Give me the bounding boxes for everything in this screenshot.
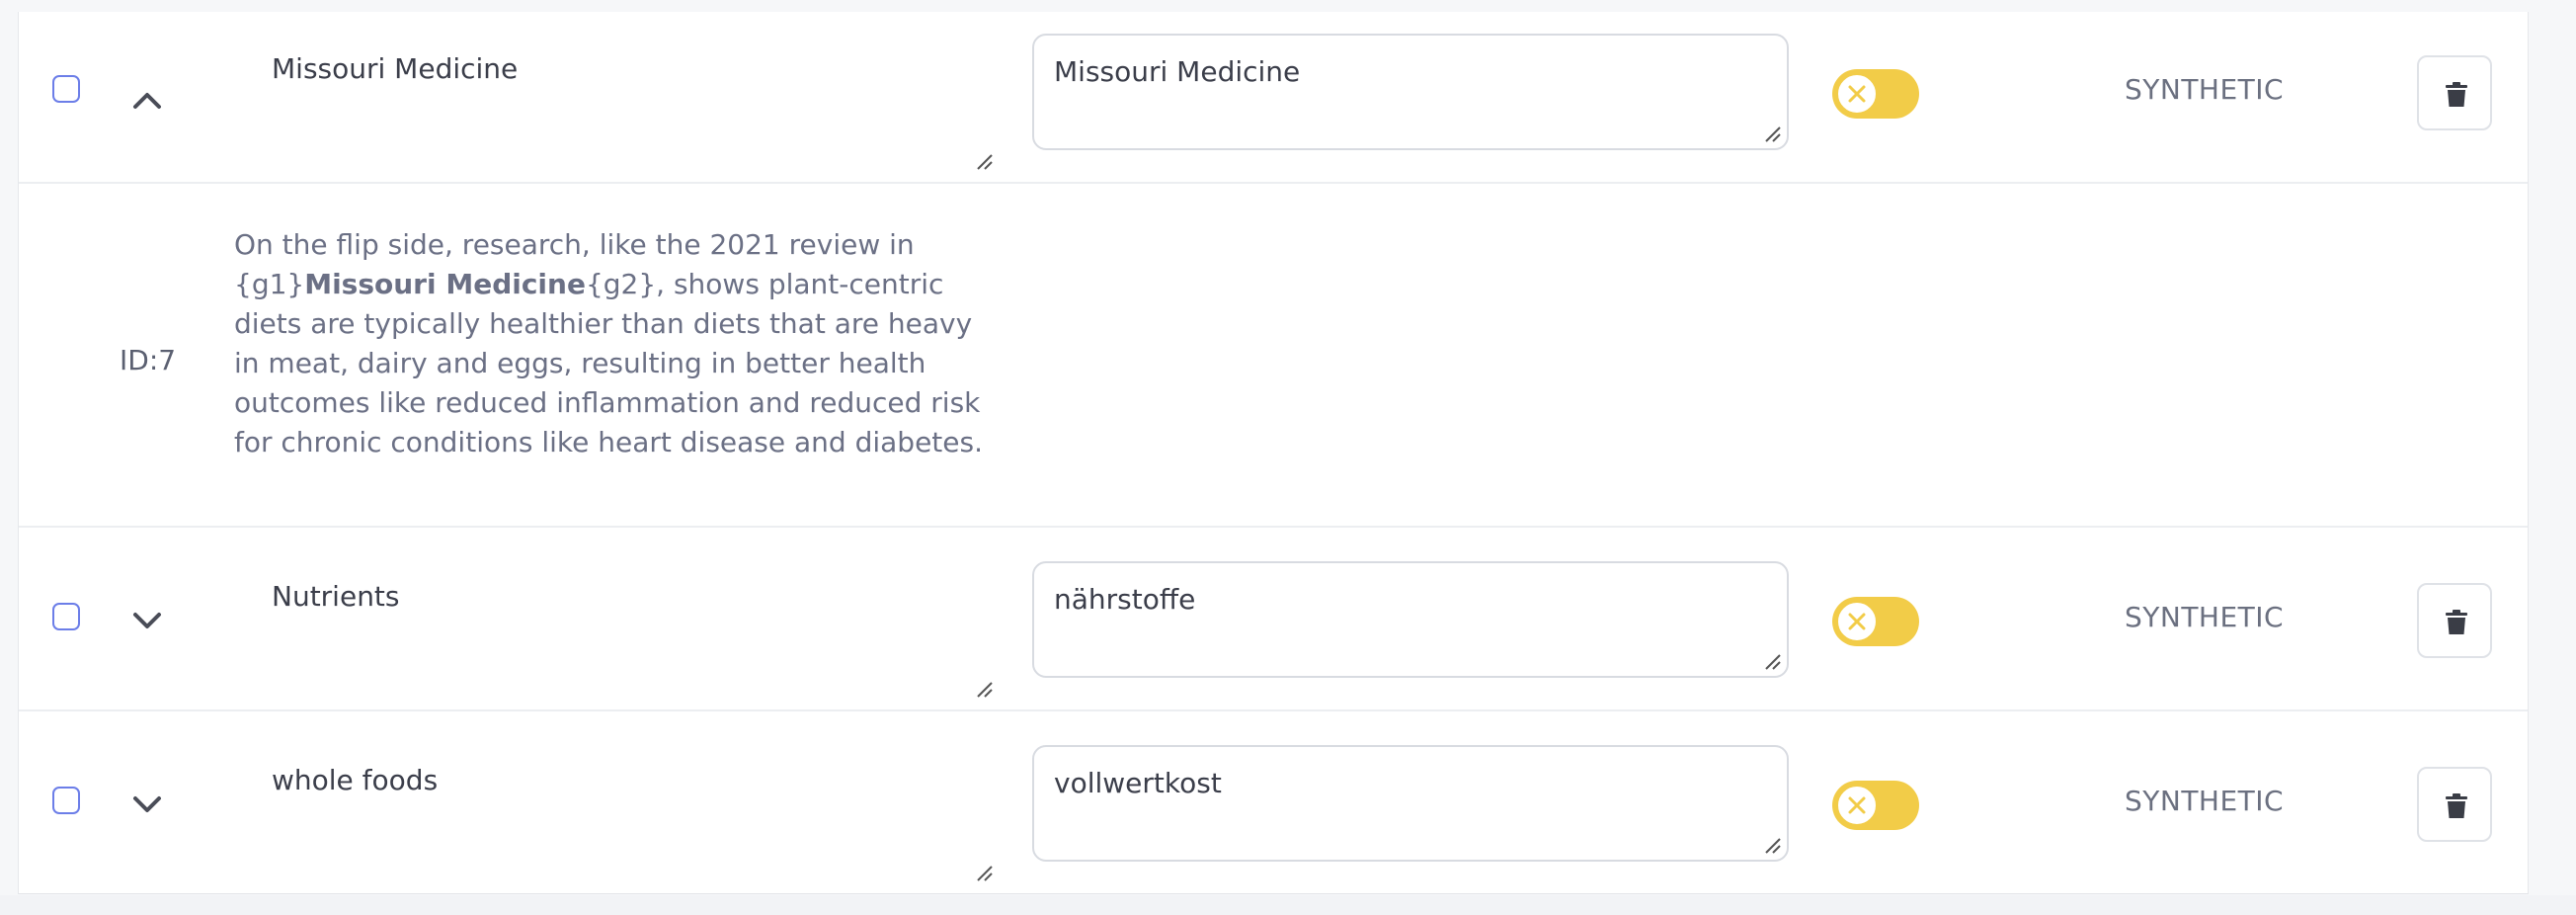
close-icon [1848, 85, 1866, 103]
source-term-text: Missouri Medicine [272, 52, 519, 85]
row-select-checkbox[interactable] [52, 603, 80, 630]
source-term[interactable]: Nutrients [254, 577, 993, 702]
toggle-switch[interactable] [1832, 597, 1919, 646]
resize-handle-icon[interactable] [975, 864, 993, 881]
source-term-text: Nutrients [272, 580, 400, 613]
row-select-checkbox[interactable] [52, 75, 80, 103]
table-footer-strip [0, 895, 2576, 915]
resize-handle-icon[interactable] [1763, 125, 1781, 142]
context-sentence: On the flip side, research, like the 202… [234, 225, 985, 462]
row-detail: ID:7 On the flip side, research, like th… [19, 184, 2528, 528]
toggle-knob [1836, 785, 1878, 826]
chevron-down-icon[interactable] [127, 783, 167, 822]
row-select-checkbox[interactable] [52, 787, 80, 814]
table-row: Nutrients nährstoffe SYNTHETIC [19, 528, 2528, 711]
target-term-text: nährstoffe [1054, 583, 1196, 616]
terms-table: Missouri Medicine Missouri Medicine SYNT… [18, 12, 2529, 894]
close-icon [1848, 796, 1866, 814]
toggle-switch[interactable] [1832, 69, 1919, 119]
resize-handle-icon[interactable] [975, 152, 993, 170]
source-term[interactable]: Missouri Medicine [254, 49, 993, 174]
chevron-down-icon[interactable] [127, 599, 167, 638]
toggle-knob [1836, 601, 1878, 642]
resize-handle-icon[interactable] [1763, 652, 1781, 670]
toggle-knob [1836, 73, 1878, 115]
resize-handle-icon[interactable] [1763, 836, 1781, 854]
delete-button[interactable] [2417, 583, 2492, 658]
delete-button[interactable] [2417, 767, 2492, 842]
target-term-input[interactable]: nährstoffe [1032, 561, 1789, 678]
chevron-up-icon[interactable] [127, 81, 167, 121]
source-term-text: whole foods [272, 764, 439, 796]
target-term-text: vollwertkost [1054, 767, 1222, 799]
status-label: SYNTHETIC [2125, 601, 2285, 633]
trash-icon [2446, 610, 2467, 634]
close-icon [1848, 613, 1866, 630]
status-label: SYNTHETIC [2125, 785, 2285, 817]
trash-icon [2446, 82, 2467, 107]
segment-id: ID:7 [120, 344, 177, 376]
target-term-input[interactable]: vollwertkost [1032, 745, 1789, 862]
target-term-input[interactable]: Missouri Medicine [1032, 34, 1789, 150]
target-term-text: Missouri Medicine [1054, 55, 1301, 88]
delete-button[interactable] [2417, 55, 2492, 130]
status-label: SYNTHETIC [2125, 73, 2285, 106]
context-text-highlight: Missouri Medicine [304, 268, 586, 300]
resize-handle-icon[interactable] [975, 680, 993, 698]
table-row: whole foods vollwertkost SYNTHETIC [19, 711, 2528, 893]
source-term[interactable]: whole foods [254, 761, 993, 885]
toggle-switch[interactable] [1832, 781, 1919, 830]
trash-icon [2446, 793, 2467, 818]
table-row: Missouri Medicine Missouri Medicine SYNT… [19, 12, 2528, 184]
